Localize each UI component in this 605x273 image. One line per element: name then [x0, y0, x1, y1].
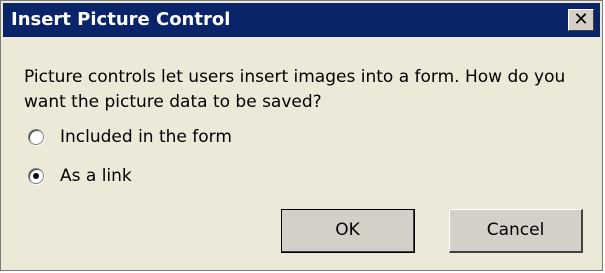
- insert-picture-control-dialog: Insert Picture Control ✕ Picture control…: [0, 0, 603, 271]
- radio-as-a-link[interactable]: [28, 168, 44, 184]
- option-as-a-link[interactable]: As a link: [28, 164, 132, 188]
- option-label-included-in-form[interactable]: Included in the form: [60, 127, 232, 147]
- close-button[interactable]: ✕: [568, 9, 594, 31]
- option-included-in-form[interactable]: Included in the form: [28, 125, 232, 149]
- dialog-title: Insert Picture Control: [11, 9, 231, 30]
- cancel-button[interactable]: Cancel: [449, 209, 583, 253]
- radio-included-in-form[interactable]: [28, 129, 44, 145]
- close-icon: ✕: [573, 9, 589, 30]
- option-label-as-a-link[interactable]: As a link: [60, 166, 132, 186]
- ok-button[interactable]: OK: [281, 209, 415, 253]
- dialog-message: Picture controls let users insert images…: [24, 67, 566, 112]
- radio-selected-dot: [33, 173, 39, 179]
- title-bar[interactable]: Insert Picture Control ✕: [3, 3, 600, 37]
